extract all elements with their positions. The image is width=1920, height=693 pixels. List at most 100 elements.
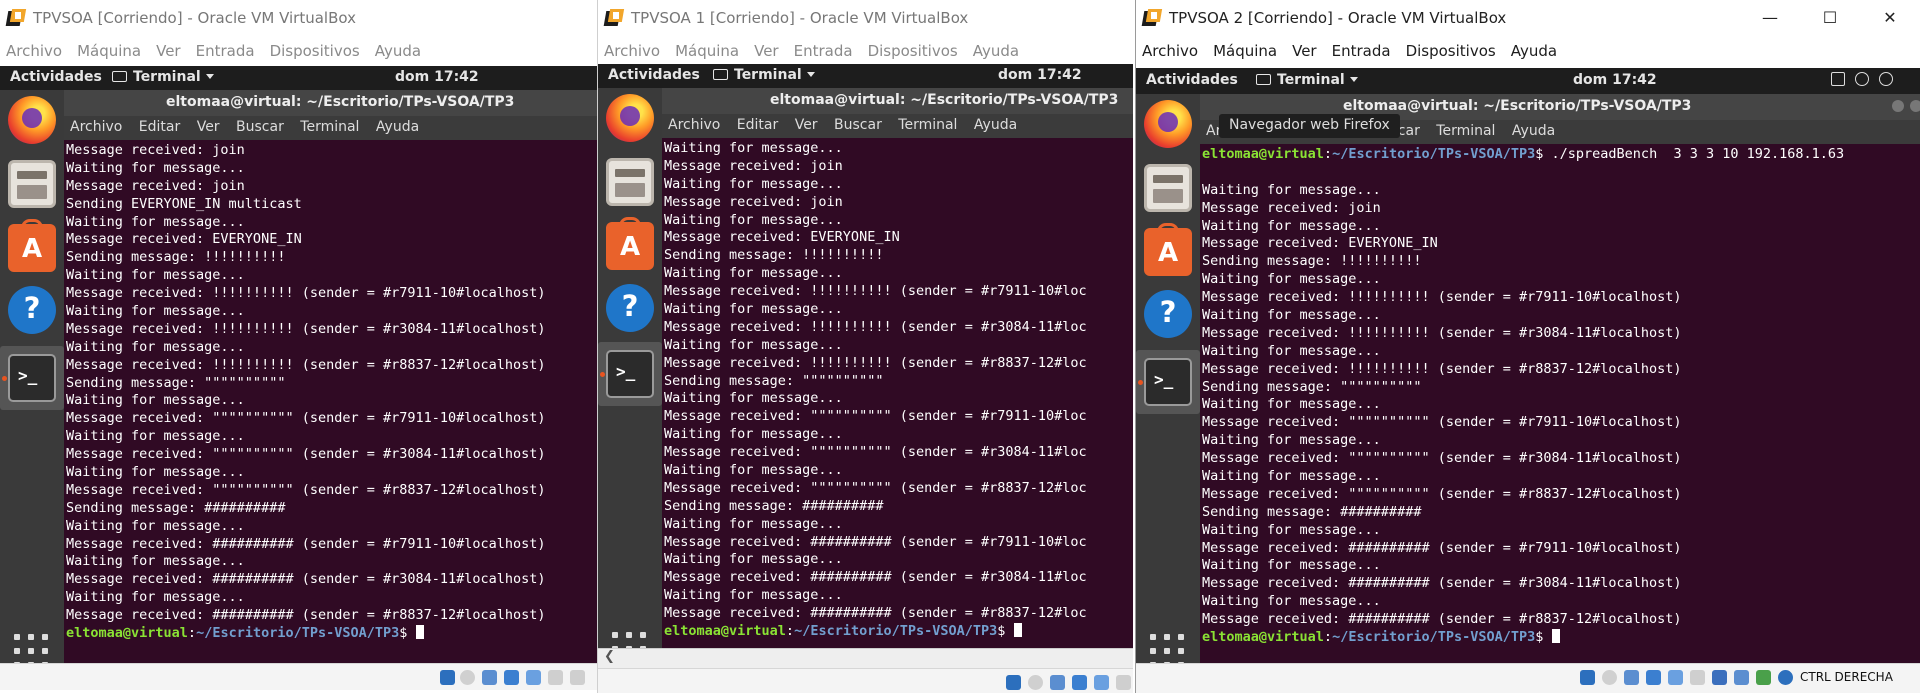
menu-entrada[interactable]: Entrada xyxy=(1332,42,1391,60)
maximize-icon[interactable]: ☐ xyxy=(1800,0,1860,36)
clock[interactable]: dom 17:42 xyxy=(1573,72,1657,88)
term-menu-archivo[interactable]: Archivo xyxy=(70,119,122,135)
terminal-window[interactable]: eltomaa@virtual: ~/Escritorio/TPs-VSOA/T… xyxy=(64,90,597,663)
terminal-window[interactable]: eltomaa@virtual: ~/Escritorio/TPs-VSOA/T… xyxy=(662,88,1133,648)
terminal-output[interactable]: Message received: join Waiting for messag… xyxy=(64,140,597,663)
term-menu-buscar[interactable]: Buscar xyxy=(236,119,284,135)
terminal-title-bar[interactable]: eltomaa@virtual: ~/Escritorio/TPs-VSOA/T… xyxy=(662,88,1133,114)
terminal-window[interactable]: eltomaa@virtual: ~/Escritorio/TPs-VSOA/T… xyxy=(1200,94,1920,663)
term-menu-terminal[interactable]: Terminal xyxy=(300,119,359,135)
firefox-icon[interactable] xyxy=(1144,100,1192,148)
hdd-icon[interactable] xyxy=(1580,670,1595,685)
activities-button[interactable]: Actividades xyxy=(608,67,700,83)
files-icon[interactable] xyxy=(606,158,654,206)
shared-folder-icon[interactable] xyxy=(1690,670,1705,685)
network-icon[interactable] xyxy=(504,670,519,685)
host-key-icon[interactable] xyxy=(1778,670,1793,685)
show-apps-icon[interactable] xyxy=(612,632,646,648)
menu-entrada[interactable]: Entrada xyxy=(794,42,853,60)
power-icon[interactable] xyxy=(1879,72,1893,86)
activities-button[interactable]: Actividades xyxy=(10,69,102,85)
menu-dispositivos[interactable]: Dispositivos xyxy=(868,42,958,60)
video-capture-icon[interactable] xyxy=(1734,670,1749,685)
term-menu-ayuda[interactable]: Ayuda xyxy=(1512,123,1555,139)
term-menu-terminal[interactable]: Terminal xyxy=(1436,123,1495,139)
usb-icon[interactable] xyxy=(526,670,541,685)
audio-icon[interactable] xyxy=(1624,670,1639,685)
optical-icon[interactable] xyxy=(460,670,475,685)
menu-ayuda[interactable]: Ayuda xyxy=(375,42,421,60)
files-icon[interactable] xyxy=(8,160,56,208)
terminal-title-bar[interactable]: eltomaa@virtual: ~/Escritorio/TPs-VSOA/T… xyxy=(64,90,597,116)
network-icon[interactable] xyxy=(1831,72,1845,86)
software-icon[interactable] xyxy=(1144,223,1192,276)
help-icon[interactable] xyxy=(606,284,654,332)
term-menu-archivo[interactable]: Archivo xyxy=(668,117,720,133)
menu-archivo[interactable]: Archivo xyxy=(604,42,660,60)
menu-archivo[interactable]: Archivo xyxy=(1142,42,1198,60)
menu-ver[interactable]: Ver xyxy=(156,42,181,60)
terminal-app-icon[interactable] xyxy=(606,350,654,398)
network-icon[interactable] xyxy=(1072,675,1087,690)
clock[interactable]: dom 17:42 xyxy=(998,67,1082,83)
term-menu-ayuda[interactable]: Ayuda xyxy=(376,119,419,135)
prompt-line[interactable]: eltomaa@virtual:~/Escritorio/TPs-VSOA/TP… xyxy=(66,625,597,643)
hdd-icon[interactable] xyxy=(1006,675,1021,690)
title-bar[interactable]: TPVSOA 1 [Corriendo] - Oracle VM Virtual… xyxy=(598,0,1133,36)
menu-ver[interactable]: Ver xyxy=(754,42,779,60)
menu-ver[interactable]: Ver xyxy=(1292,42,1317,60)
terminal-app-icon[interactable] xyxy=(1144,358,1192,406)
term-menu-ver[interactable]: Ver xyxy=(795,117,818,133)
hdd-icon[interactable] xyxy=(440,670,455,685)
terminal-output[interactable]: eltomaa@virtual:~/Escritorio/TPs-VSOA/TP… xyxy=(1200,144,1920,663)
term-menu-ver[interactable]: Ver xyxy=(197,119,220,135)
prompt-line[interactable]: eltomaa@virtual:~/Escritorio/TPs-VSOA/TP… xyxy=(1202,629,1920,647)
optical-icon[interactable] xyxy=(1028,675,1043,690)
optical-icon[interactable] xyxy=(1602,670,1617,685)
usb-icon[interactable] xyxy=(1094,675,1109,690)
term-menu-editar[interactable]: Editar xyxy=(737,117,778,133)
minimize-icon[interactable]: — xyxy=(1740,0,1800,36)
firefox-icon[interactable] xyxy=(606,94,654,142)
title-bar[interactable]: TPVSOA [Corriendo] - Oracle VM VirtualBo… xyxy=(0,0,597,36)
help-icon[interactable] xyxy=(8,286,56,334)
menu-archivo[interactable]: Archivo xyxy=(6,42,62,60)
maximize-icon[interactable] xyxy=(1910,100,1920,112)
usb-icon[interactable] xyxy=(1668,670,1683,685)
show-apps-icon[interactable] xyxy=(14,634,48,663)
shared-folder-icon[interactable] xyxy=(548,670,563,685)
network-icon[interactable] xyxy=(1646,670,1661,685)
app-menu[interactable]: Terminal xyxy=(713,67,815,83)
software-icon[interactable] xyxy=(8,219,56,272)
show-apps-icon[interactable] xyxy=(1150,634,1184,663)
close-icon[interactable]: ✕ xyxy=(1860,0,1920,36)
volume-icon[interactable] xyxy=(1855,72,1869,86)
terminal-output[interactable]: Waiting for message... Message received: … xyxy=(662,138,1133,648)
menu-ayuda[interactable]: Ayuda xyxy=(1511,42,1557,60)
files-icon[interactable] xyxy=(1144,164,1192,212)
display-icon[interactable] xyxy=(570,670,585,685)
title-bar[interactable]: TPVSOA 2 [Corriendo] - Oracle VM Virtual… xyxy=(1136,0,1920,36)
audio-icon[interactable] xyxy=(1050,675,1065,690)
scroll-left-icon[interactable]: ❮ xyxy=(604,649,615,664)
prompt-line[interactable]: eltomaa@virtual:~/Escritorio/TPs-VSOA/TP… xyxy=(664,623,1133,641)
display-icon[interactable] xyxy=(1712,670,1727,685)
audio-icon[interactable] xyxy=(482,670,497,685)
guest-screen[interactable]: Actividades Terminal dom 17:42 eltomaa@v… xyxy=(0,66,597,663)
terminal-app-icon[interactable] xyxy=(8,354,56,402)
app-menu[interactable]: Terminal xyxy=(112,69,214,85)
help-icon[interactable] xyxy=(1144,290,1192,338)
term-menu-editar[interactable]: Editar xyxy=(139,119,180,135)
minimize-icon[interactable] xyxy=(1892,100,1904,112)
menu-maquina[interactable]: Máquina xyxy=(1213,42,1277,60)
term-menu-buscar[interactable]: Buscar xyxy=(834,117,882,133)
guest-screen[interactable]: Actividades Terminal dom 17:42 eltomaa@v… xyxy=(1136,68,1920,663)
menu-maquina[interactable]: Máquina xyxy=(675,42,739,60)
menu-entrada[interactable]: Entrada xyxy=(196,42,255,60)
firefox-icon[interactable] xyxy=(8,96,56,144)
menu-ayuda[interactable]: Ayuda xyxy=(973,42,1019,60)
activities-button[interactable]: Actividades xyxy=(1146,72,1238,88)
app-menu[interactable]: Terminal xyxy=(1256,72,1358,88)
shared-folder-icon[interactable] xyxy=(1116,675,1131,690)
term-menu-ayuda[interactable]: Ayuda xyxy=(974,117,1017,133)
